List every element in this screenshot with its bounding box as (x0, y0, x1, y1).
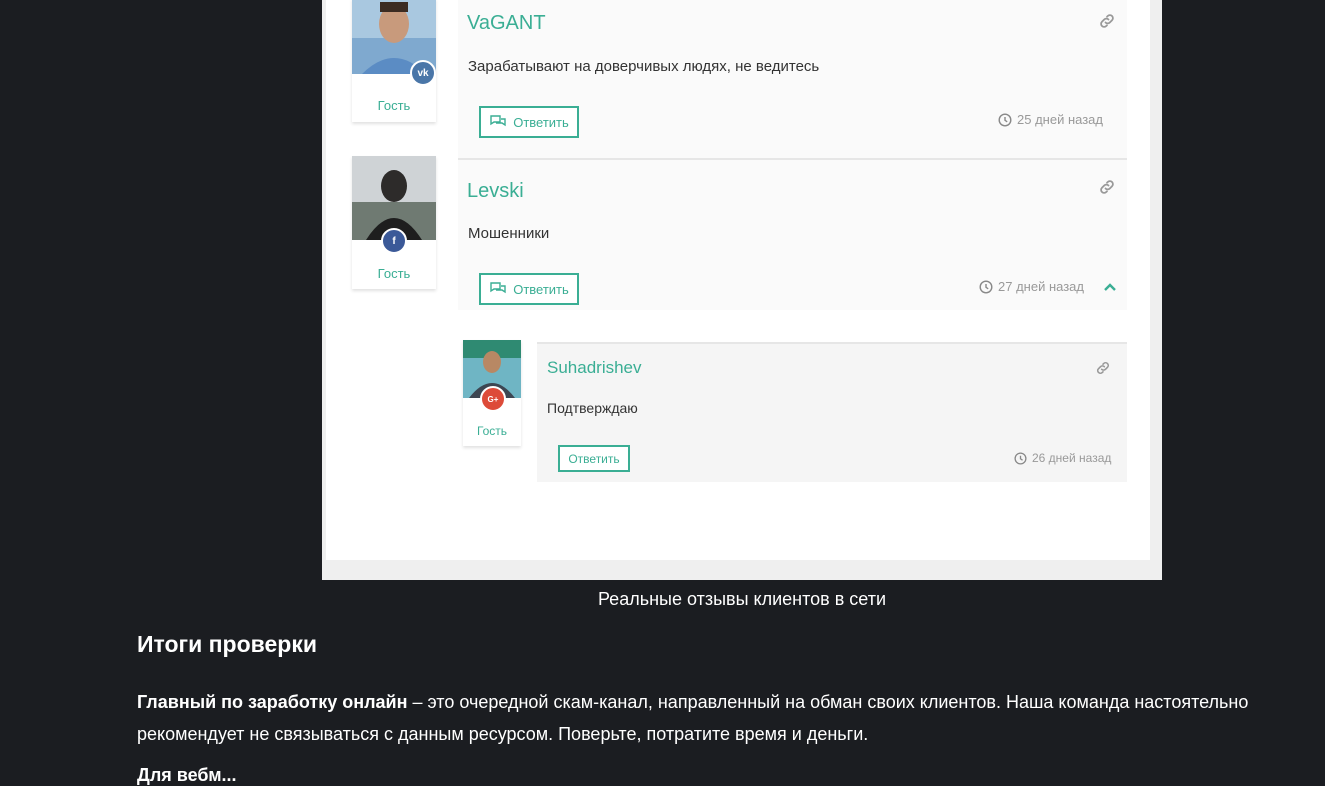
reply-button[interactable]: Ответить (479, 273, 579, 305)
time-label: 25 дней назад (1017, 112, 1103, 127)
author-role: Гость (377, 98, 411, 113)
facebook-icon: f (381, 228, 407, 254)
comment-author-card: f Гость (352, 156, 436, 289)
section-heading: Итоги проверки (137, 631, 317, 657)
reply-author-card: G+ Гость (463, 340, 521, 446)
article-paragraph: Главный по заработку онлайн – это очеред… (137, 686, 1307, 750)
comment-username[interactable]: VaGANT (467, 12, 546, 35)
vk-icon: vk (410, 60, 436, 86)
comment-card: VaGANT Зарабатывают на доверчивых людях,… (458, 0, 1127, 158)
comment-time: 27 дней назад (979, 279, 1084, 294)
comment-username[interactable]: Suhadrishev (547, 358, 642, 378)
comment-text: Зарабатывают на доверчивых людях, не вед… (468, 58, 820, 75)
comment-text: Мошенники (468, 225, 550, 242)
google-plus-icon: G+ (480, 386, 506, 412)
link-icon[interactable] (1098, 12, 1116, 30)
clock-icon (979, 279, 993, 294)
reply-label: Ответить (568, 451, 620, 466)
reviews-panel: vk Гость VaGANT Зарабатывают на доверчив… (326, 0, 1150, 560)
comments-icon (489, 114, 507, 131)
comment-card: Levski Мошенники Ответить 27 дней назад (458, 158, 1127, 310)
link-icon[interactable] (1095, 360, 1111, 376)
author-role: Гость (476, 424, 508, 438)
figure-caption: Реальные отзывы клиентов в сети (597, 589, 887, 609)
comment-text: Подтверждаю (547, 400, 638, 416)
comment-time: 26 дней назад (1014, 451, 1111, 465)
reply-button[interactable]: Ответить (479, 106, 579, 138)
clock-icon (998, 112, 1012, 127)
reply-label: Ответить (513, 114, 569, 130)
reply-card: Suhadrishev Подтверждаю Ответить 26 дней… (537, 342, 1127, 482)
reviews-screenshot: vk Гость VaGANT Зарабатывают на доверчив… (322, 0, 1162, 580)
time-label: 26 дней назад (1032, 451, 1112, 465)
clock-icon (1014, 451, 1027, 465)
comment-author-card: vk Гость (352, 0, 436, 122)
comment-time: 25 дней назад (998, 112, 1103, 127)
paragraph-bold-lead: Главный по заработку онлайн (137, 692, 408, 712)
reply-button[interactable]: Ответить (558, 445, 630, 472)
comment-username[interactable]: Levski (467, 180, 524, 203)
chevron-up-icon[interactable] (1103, 282, 1117, 292)
time-label: 27 дней назад (998, 279, 1084, 294)
author-role: Гость (377, 266, 411, 281)
reply-label: Ответить (513, 281, 569, 297)
link-icon[interactable] (1098, 178, 1116, 196)
comments-icon (489, 281, 507, 298)
